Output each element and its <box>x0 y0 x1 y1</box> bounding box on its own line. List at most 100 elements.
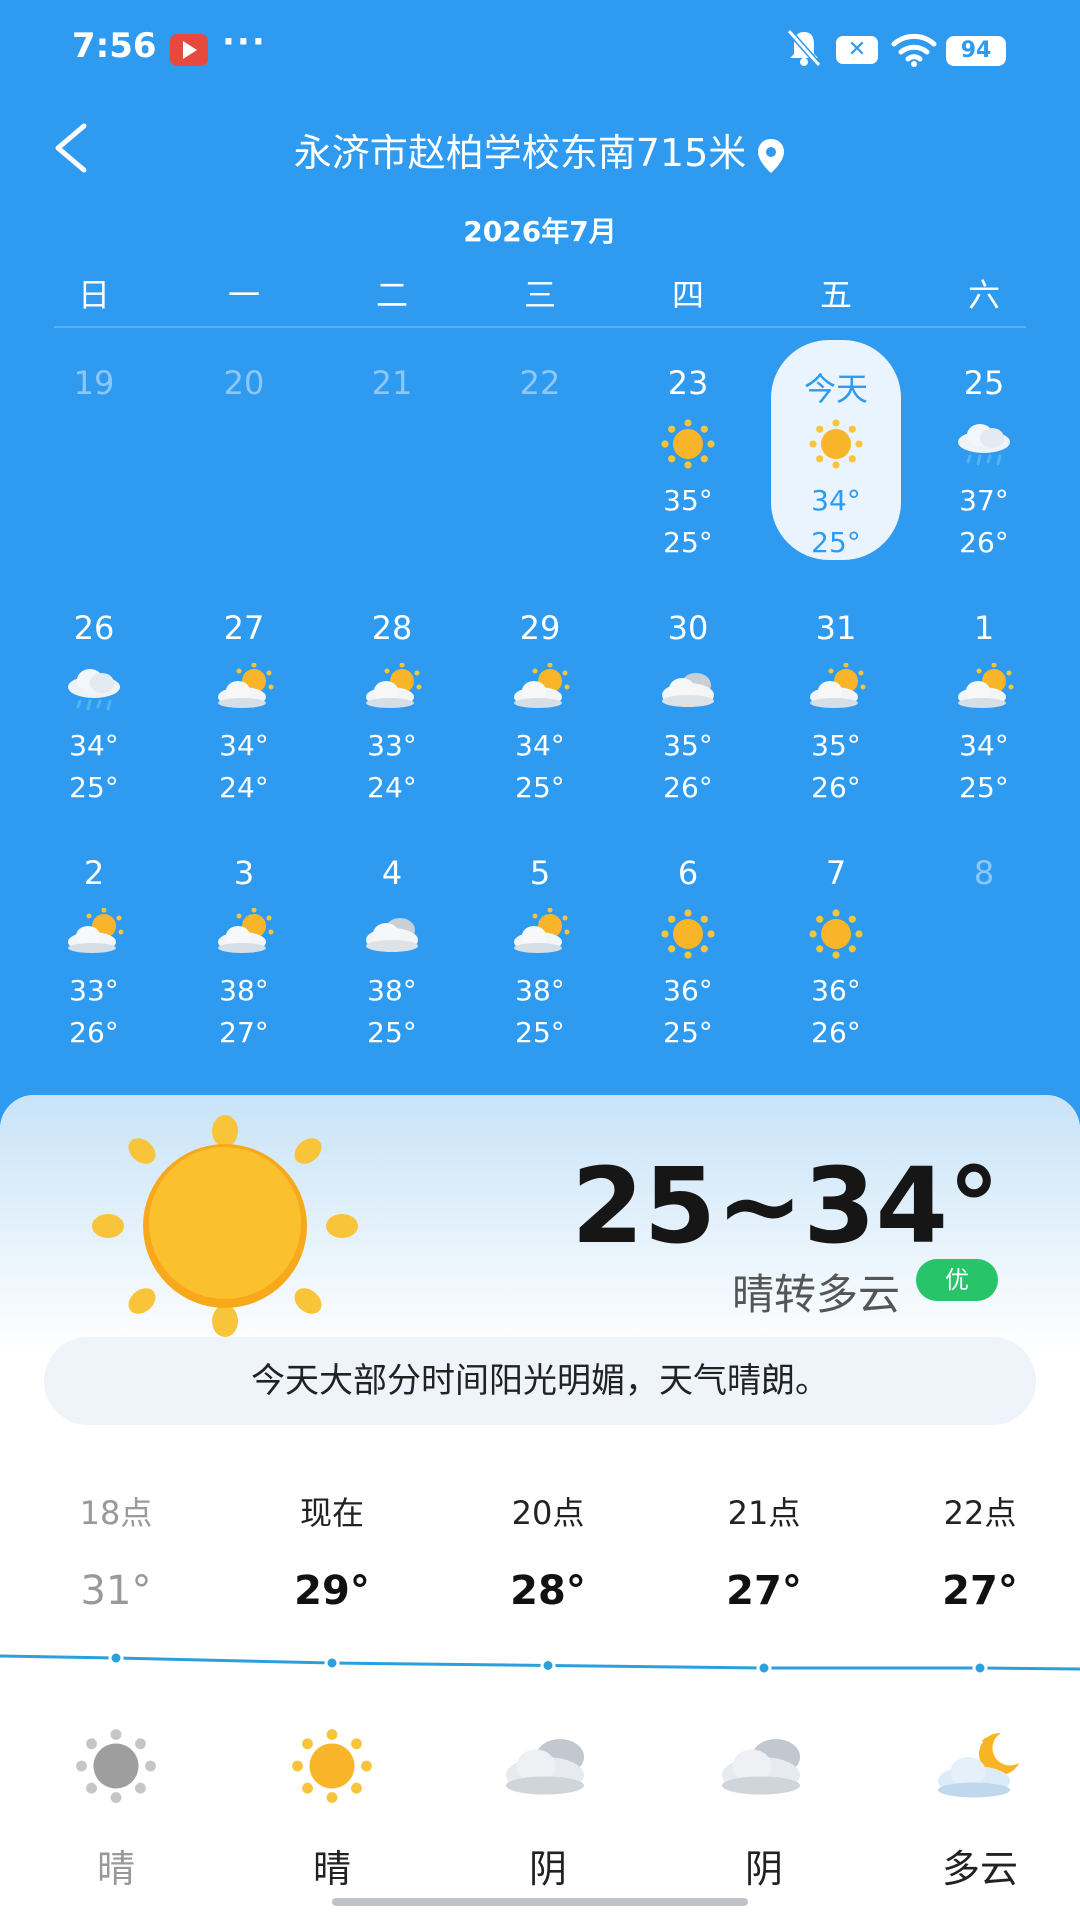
calendar-day-today[interactable]: 今天 34° 25° <box>771 340 901 560</box>
calendar-day[interactable]: 23 35° 25° <box>623 340 753 560</box>
home-indicator[interactable] <box>332 1898 748 1906</box>
calendar-day: 8 <box>919 830 1049 1050</box>
day-high-temp: 33° <box>367 729 417 762</box>
location-name: 永济市赵柏学校东南715米 <box>293 131 747 175</box>
hour-temp: 27° <box>726 1568 802 1614</box>
day-low-temp: 26° <box>69 1016 119 1049</box>
weekday-label: 三 <box>523 276 556 314</box>
day-high-temp: 33° <box>69 974 119 1007</box>
calendar-day[interactable]: 25 37° 26° <box>919 340 1049 560</box>
day-number: 1 <box>973 609 995 647</box>
temperature-point <box>972 1660 988 1676</box>
calendar-day[interactable]: 7 36° 26° <box>771 830 901 1050</box>
calendar-day[interactable]: 3 38° 27° <box>179 830 309 1050</box>
hour-label: 21点 <box>727 1494 801 1532</box>
day-number: 26 <box>73 609 115 647</box>
day-high-temp: 35° <box>663 484 713 517</box>
partly-cloudy-icon <box>510 908 570 960</box>
day-high-temp: 34° <box>959 729 1009 762</box>
calendar-day[interactable]: 30 35° 26° <box>623 585 753 805</box>
day-number: 6 <box>677 854 699 892</box>
day-number: 3 <box>233 854 255 892</box>
sun-icon <box>658 908 718 960</box>
calendar-day[interactable]: 28 33° 24° <box>327 585 457 805</box>
day-high-temp: 38° <box>219 974 269 1007</box>
weekday-label: 四 <box>671 276 704 314</box>
day-low-temp: 26° <box>959 526 1009 559</box>
svg-text:✦: ✦ <box>980 1734 990 1748</box>
day-low-temp: 27° <box>219 1016 269 1049</box>
calendar-day[interactable]: 5 38° 25° <box>475 830 605 1050</box>
weekday-label: 六 <box>967 276 1000 314</box>
calendar-day[interactable]: 29 34° 25° <box>475 585 605 805</box>
day-high-temp: 38° <box>367 974 417 1007</box>
day-number: 4 <box>381 854 403 892</box>
more-notifications-icon: ··· <box>222 22 267 62</box>
hour-temp: 27° <box>942 1568 1018 1614</box>
air-quality-badge[interactable]: 优 <box>916 1259 998 1301</box>
day-number: 25 <box>963 364 1005 402</box>
overcast-icon <box>719 1726 809 1806</box>
day-number: 今天 <box>803 370 868 408</box>
hour-temp: 28° <box>510 1568 586 1614</box>
day-number: 19 <box>73 364 115 402</box>
hour-label: 现在 <box>299 1494 364 1532</box>
hour-condition: 阴 <box>744 1847 783 1891</box>
calendar-day[interactable]: 1 34° 25° <box>919 585 1049 805</box>
day-number: 27 <box>223 609 265 647</box>
sun-grey-icon <box>71 1726 161 1806</box>
day-number: 8 <box>973 854 995 892</box>
day-number: 2 <box>83 854 105 892</box>
day-low-temp: 25° <box>811 526 861 559</box>
wifi-icon <box>890 30 938 68</box>
calendar-grid: 19 20 21 22 23 35° 25° 今天 34° 25° 25 37° 26° 26 34° 25°… <box>0 340 1080 1080</box>
day-number: 20 <box>223 364 265 402</box>
cloud-icon <box>362 908 422 960</box>
day-low-temp: 25° <box>367 1016 417 1049</box>
day-low-temp: 24° <box>367 771 417 804</box>
temperature-point <box>324 1655 340 1671</box>
calendar-day[interactable]: 2 33° 26° <box>29 830 159 1050</box>
location-title[interactable]: 永济市赵柏学校东南715米 <box>0 122 1080 177</box>
hour-label: 18点 <box>79 1494 153 1532</box>
weekday-label: 一 <box>227 276 260 314</box>
calendar-day[interactable]: 31 35° 26° <box>771 585 901 805</box>
partly-cloudy-icon <box>64 908 124 960</box>
day-low-temp: 25° <box>69 771 119 804</box>
partly-cloudy-icon <box>362 663 422 715</box>
overcast-icon <box>503 1726 593 1806</box>
day-low-temp: 26° <box>663 771 713 804</box>
day-high-temp: 38° <box>515 974 565 1007</box>
day-high-temp: 35° <box>663 729 713 762</box>
hour-condition: 晴 <box>96 1847 135 1891</box>
weekday-label: 日 <box>77 276 110 314</box>
temperature-point <box>108 1650 124 1666</box>
hour-condition: 阴 <box>528 1847 567 1891</box>
partly-cloudy-icon <box>214 908 274 960</box>
day-high-temp: 34° <box>811 484 861 517</box>
temperature-trend-line <box>0 1654 1080 1671</box>
day-low-temp: 26° <box>811 1016 861 1049</box>
day-low-temp: 25° <box>959 771 1009 804</box>
day-low-temp: 25° <box>663 526 713 559</box>
day-number: 7 <box>825 854 847 892</box>
calendar-day[interactable]: 27 34° 24° <box>179 585 309 805</box>
hour-label: 20点 <box>511 1494 585 1532</box>
calendar-day[interactable]: 6 36° 25° <box>623 830 753 1050</box>
day-number: 28 <box>371 609 413 647</box>
calendar-day: 21 <box>327 340 457 560</box>
calendar-day[interactable]: 26 34° 25° <box>29 585 159 805</box>
partly-cloudy-icon <box>510 663 570 715</box>
cloud-icon <box>658 663 718 715</box>
location-pin-icon <box>756 137 786 175</box>
day-high-temp: 35° <box>811 729 861 762</box>
status-bar: 7:56 ··· ✕ 94 <box>0 0 1080 100</box>
partly-cloudy-icon <box>214 663 274 715</box>
temperature-point <box>756 1660 772 1676</box>
weekday-label: 五 <box>819 276 852 314</box>
day-high-temp: 34° <box>515 729 565 762</box>
calendar-day[interactable]: 4 38° 25° <box>327 830 457 1050</box>
temperature-point <box>540 1658 556 1673</box>
partly-cloudy-icon <box>806 663 866 715</box>
day-high-temp: 34° <box>69 729 119 762</box>
